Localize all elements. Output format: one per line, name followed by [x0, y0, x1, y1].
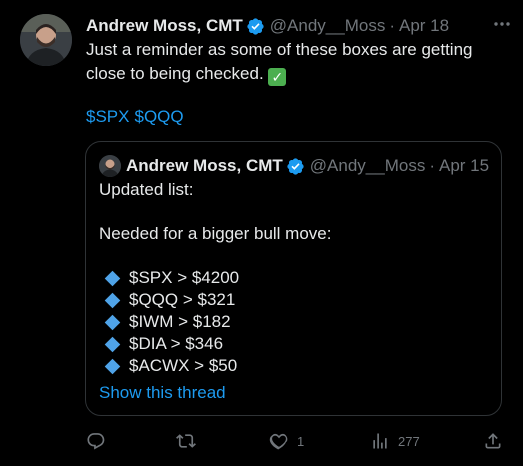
like-button[interactable]: 1	[269, 428, 304, 454]
quoted-tweet[interactable]: Andrew Moss, CMT @Andy__Moss · Apr 15 Up…	[85, 141, 502, 416]
more-icon[interactable]	[491, 16, 513, 32]
list-item-text: $SPX > $4200	[129, 268, 240, 287]
quoted-tweet-header: Andrew Moss, CMT @Andy__Moss · Apr 15	[99, 155, 489, 177]
tweet[interactable]: Andrew Moss, CMT @Andy__Moss · Apr 18 Ju…	[0, 0, 523, 466]
cashtag-link[interactable]: $SPX	[86, 107, 129, 126]
quoted-text: Updated list: Needed for a bigger bull m…	[99, 179, 489, 377]
tweet-header: Andrew Moss, CMT @Andy__Moss · Apr 18	[86, 14, 511, 38]
show-thread-link[interactable]: Show this thread	[99, 382, 226, 404]
tweet-text-line: Just a reminder as some of these boxes a…	[86, 40, 473, 59]
blue-diamond-icon	[104, 314, 121, 330]
reply-button[interactable]	[86, 428, 114, 454]
quoted-author-name: Andrew Moss, CMT	[126, 156, 283, 175]
list-item: $ACWX > $50	[99, 355, 489, 377]
retweet-icon	[176, 431, 196, 451]
share-icon	[483, 431, 503, 451]
quoted-avatar	[99, 155, 121, 177]
like-count: 1	[297, 433, 305, 449]
blue-diamond-icon	[104, 336, 121, 352]
like-icon	[269, 431, 289, 451]
cashtag-link[interactable]: $QQQ	[134, 107, 183, 126]
list-item: $DIA > $346	[99, 333, 489, 355]
share-button[interactable]	[483, 428, 503, 454]
verified-badge-icon	[286, 157, 305, 176]
reply-icon	[86, 431, 106, 451]
list-item-text: $ACWX > $50	[129, 356, 238, 375]
tweet-text-line: close to being checked.	[86, 64, 264, 83]
list-item-text: $QQQ > $321	[129, 290, 236, 309]
list-item-text: $DIA > $346	[129, 334, 224, 353]
blue-diamond-icon	[104, 292, 121, 308]
tweet-text: Just a reminder as some of these boxes a…	[86, 38, 496, 86]
quoted-text-line: Needed for a bigger bull move:	[99, 224, 332, 243]
quoted-author-handle: @Andy__Moss	[309, 156, 426, 175]
check-mark-emoji: ✓	[268, 68, 287, 86]
author-handle[interactable]: @Andy__Moss	[270, 16, 386, 36]
blue-diamond-icon	[104, 358, 121, 374]
retweet-button[interactable]	[176, 428, 204, 454]
author-name[interactable]: Andrew Moss, CMT	[86, 16, 243, 36]
quoted-date: Apr 15	[439, 156, 490, 175]
separator: ·	[389, 16, 395, 35]
quoted-text-line: Updated list:	[99, 180, 194, 199]
list-item: $QQQ > $321	[99, 289, 489, 311]
verified-badge-icon	[246, 17, 265, 36]
list-item-text: $IWM > $182	[129, 312, 231, 331]
separator: ·	[429, 156, 435, 175]
views-button[interactable]: 277	[370, 428, 420, 454]
views-count: 277	[398, 433, 420, 449]
action-bar: 1 277	[86, 428, 506, 454]
list-item: $IWM > $182	[99, 311, 489, 333]
list-item: $SPX > $4200	[99, 267, 489, 289]
cashtags: $SPX $QQQ	[86, 105, 189, 129]
tweet-date[interactable]: Apr 18	[399, 16, 449, 36]
views-icon	[370, 431, 390, 451]
avatar[interactable]	[20, 14, 72, 66]
blue-diamond-icon	[104, 270, 121, 286]
